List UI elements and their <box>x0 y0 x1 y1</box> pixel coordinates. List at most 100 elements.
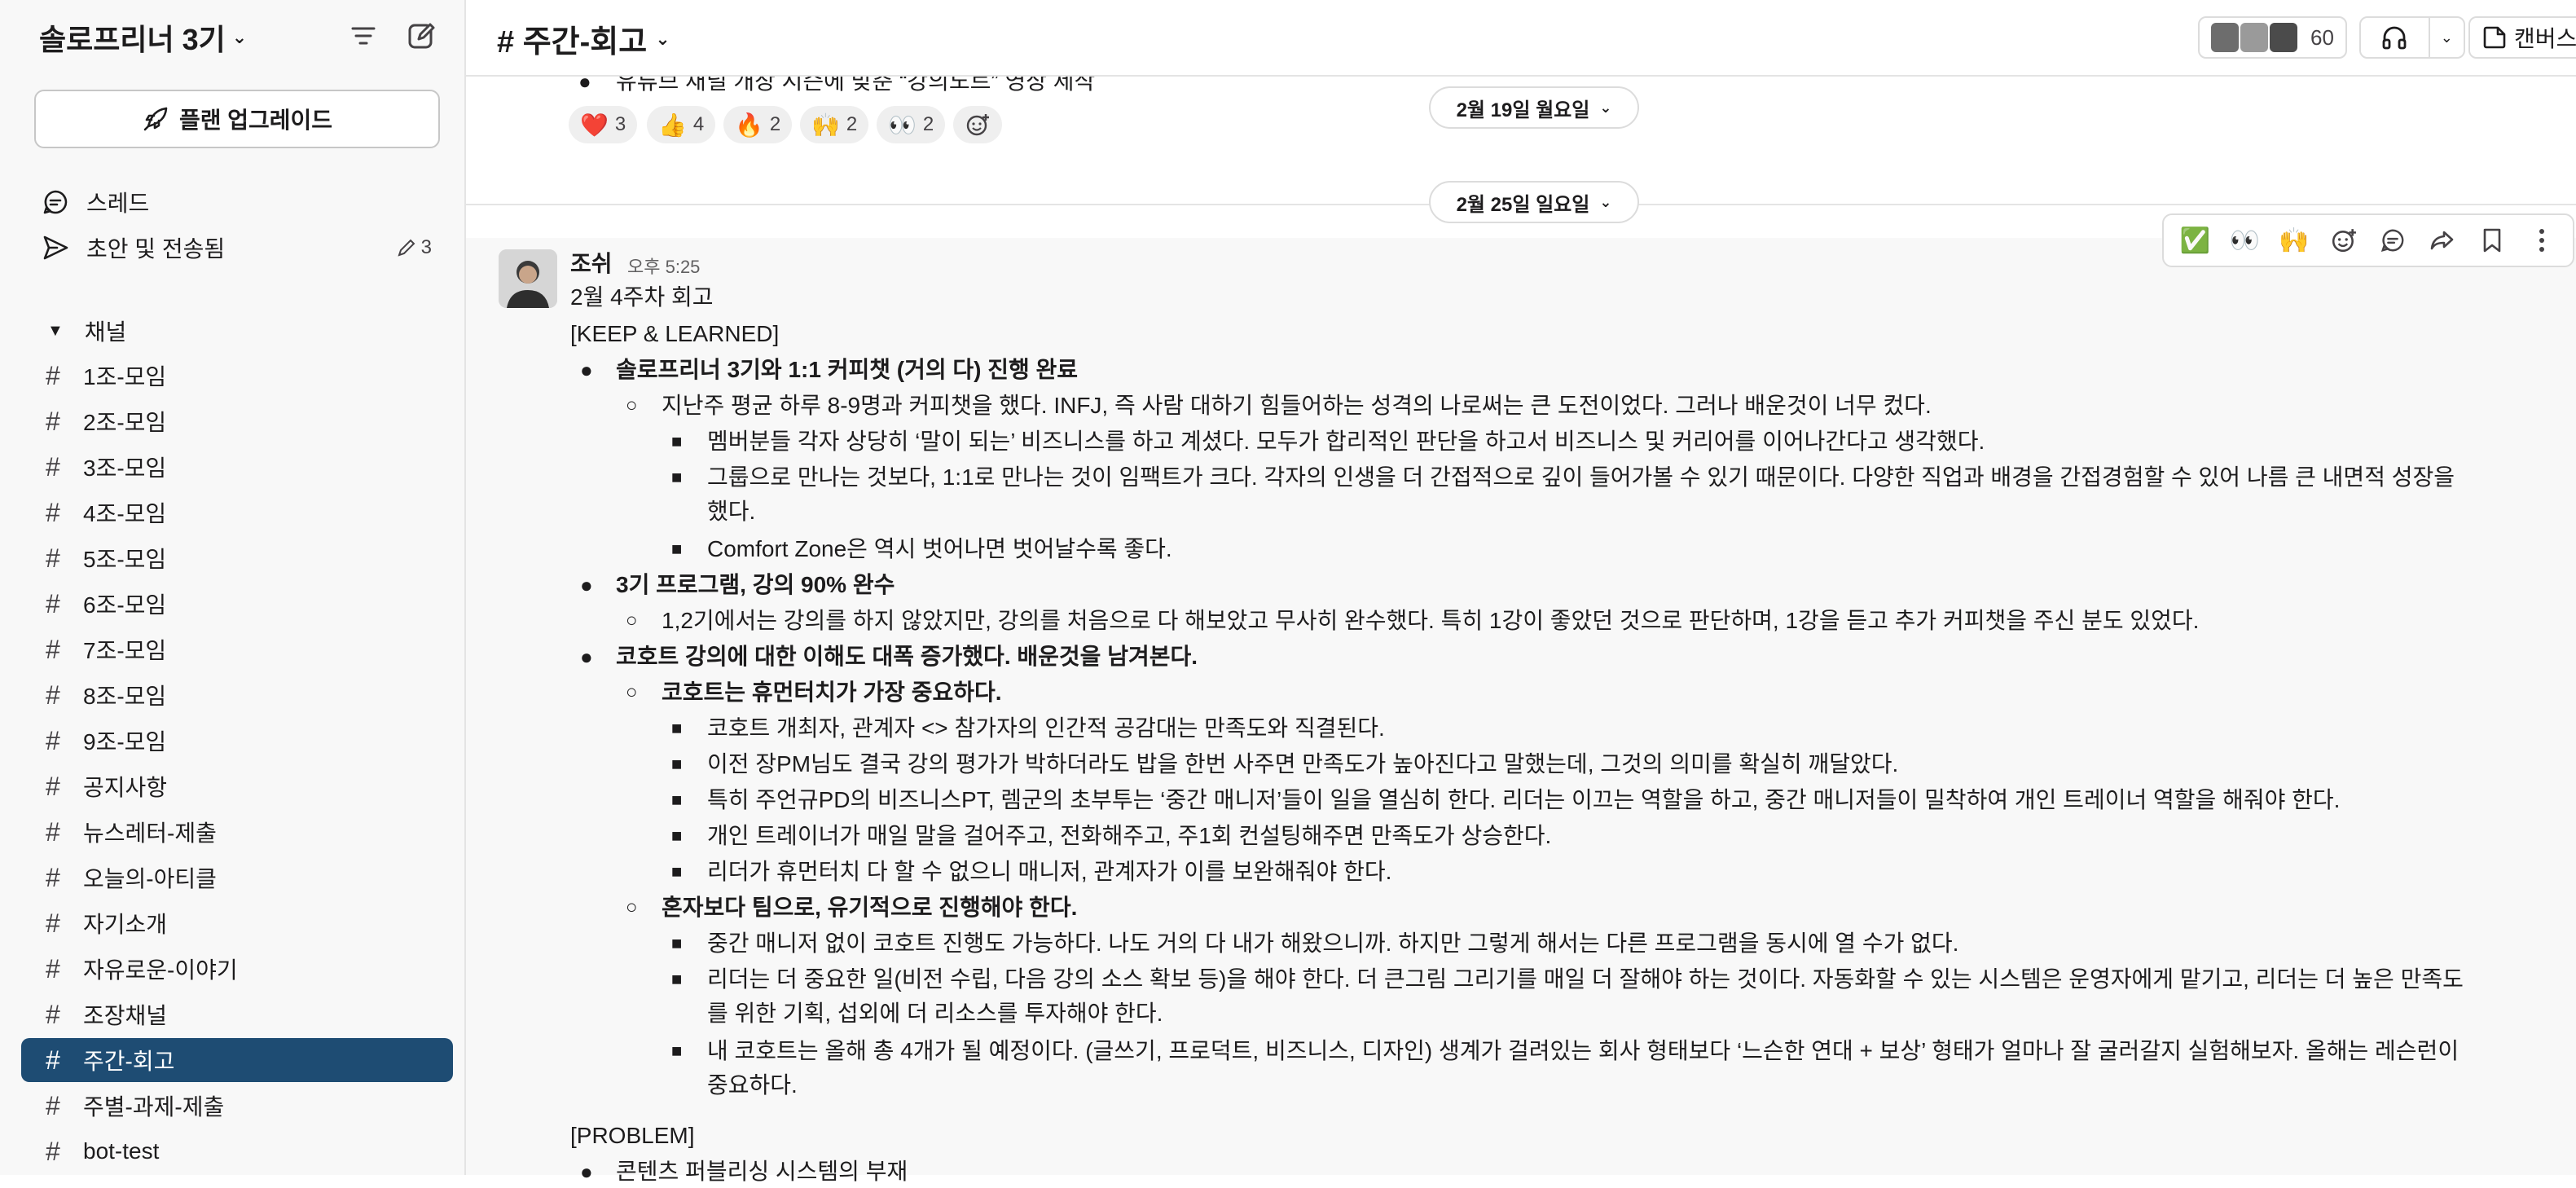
canvas-label: 캔버스 <box>2514 26 2576 51</box>
sidebar-item-drafts[interactable]: 초안 및 전송됨 <box>39 228 225 267</box>
sidebar-item-threads[interactable]: 스레드 <box>39 183 149 222</box>
sidebar-channel[interactable]: #5조-모임 <box>21 536 453 580</box>
thumbs-up-emoji-icon: 👍 <box>658 112 687 138</box>
sidebar-channel[interactable]: # 주별-과제-제출 <box>21 1084 453 1128</box>
bullet-icon: ■ <box>671 790 683 810</box>
message-line: 2월 4주차 회고 <box>570 284 714 310</box>
headphones-icon <box>2361 24 2429 51</box>
add-reaction-button[interactable] <box>953 106 1002 143</box>
channel-label: 공지사항 <box>83 775 168 800</box>
bookmark-icon[interactable] <box>2474 222 2510 258</box>
reaction-raised-hands[interactable]: 🙌 2 <box>800 106 869 143</box>
sidebar-channel[interactable]: # 오늘의-아티클 <box>21 856 453 900</box>
add-reaction-icon[interactable] <box>2326 222 2362 258</box>
reaction-thumbsup[interactable]: 👍 4 <box>647 106 716 143</box>
filter-icon[interactable] <box>345 18 381 54</box>
channel-label: 8조-모임 <box>83 684 167 709</box>
message-line: 혼자보다 팀으로, 유기적으로 진행해야 한다. <box>662 895 1078 920</box>
reaction-heart[interactable]: ❤️ 3 <box>569 106 638 143</box>
hash-icon: # <box>46 1045 60 1075</box>
bullet-icon: ■ <box>671 825 683 846</box>
caret-down-icon: ▼ <box>47 321 64 340</box>
message-line: 3기 프로그램, 강의 90% 완수 <box>616 572 895 597</box>
sidebar-channel[interactable]: # 조장채널 <box>21 992 453 1036</box>
send-icon <box>39 231 72 264</box>
chevron-down-icon[interactable]: ⌄ <box>2428 16 2464 59</box>
date-divider-pill[interactable]: 2월 19일 월요일 ⌄ <box>1429 86 1639 129</box>
check-mark-emoji-icon[interactable]: ✅ <box>2177 222 2213 258</box>
sidebar-channel[interactable]: # 자유로운-이야기 <box>21 947 453 991</box>
sidebar-channel[interactable]: #2조-모임 <box>21 399 453 443</box>
channel-title-button[interactable]: # 주간-회고 ⌄ <box>497 16 670 61</box>
members-button[interactable]: 60 <box>2198 16 2347 59</box>
channel-label: 1조-모임 <box>83 364 167 389</box>
message-line: 지난주 평균 하루 8-9명과 커피챗을 했다. INFJ, 즉 사람 대하기 … <box>662 393 1932 418</box>
hash-icon: # <box>46 451 60 482</box>
hash-icon: # <box>46 1090 60 1120</box>
message-line: [PROBLEM] <box>570 1123 695 1148</box>
member-avatar <box>2211 23 2239 52</box>
sidebar-channel-active[interactable]: # 주간-회고 <box>21 1038 453 1082</box>
reaction-eyes[interactable]: 👀 2 <box>877 106 946 143</box>
message-line: 코호트는 휴먼터치가 가장 중요하다. <box>662 680 1002 705</box>
reaction-count: 3 <box>614 113 626 135</box>
reply-in-thread-icon[interactable] <box>2375 222 2411 258</box>
message-line: 코호트 개최자, 관계자 <> 참가자의 인간적 공감대는 만족도와 직결된다. <box>707 715 1385 741</box>
sidebar-channel[interactable]: #8조-모임 <box>21 673 453 717</box>
bullet-icon: ■ <box>671 861 683 882</box>
bullet-icon: ● <box>580 573 593 597</box>
date-divider-pill[interactable]: 2월 25일 일요일 ⌄ <box>1429 181 1639 223</box>
channel-label: bot-test <box>83 1138 160 1164</box>
channel-label: 7조-모임 <box>83 638 167 663</box>
bullet-icon: ○ <box>626 609 638 631</box>
message-line: 리더는 더 중요한 일(비전 수립, 다음 강의 소스 확보 등)을 해야 한다… <box>707 966 2464 992</box>
message-line: 콘텐츠 퍼블리싱 시스템의 부재 <box>616 1159 908 1184</box>
sidebar-channel[interactable]: # 뉴스레터-제출 <box>21 810 453 854</box>
raised-hands-emoji-icon[interactable]: 🙌 <box>2276 222 2312 258</box>
chevron-down-icon: ⌄ <box>231 27 248 47</box>
message-timestamp[interactable]: 오후 5:25 <box>627 253 700 279</box>
workspace-name-button[interactable]: 솔로프리너 3기 ⌄ <box>39 15 247 60</box>
date-label: 2월 19일 월요일 <box>1456 99 1590 121</box>
message-author[interactable]: 조쉬 <box>570 246 613 279</box>
upgrade-plan-label: 플랜 업그레이드 <box>178 108 333 133</box>
message-line: [KEEP & LEARNED] <box>570 321 780 346</box>
reaction-count: 2 <box>922 113 934 135</box>
channel-header: # 주간-회고 ⌄ 60 ⌄ 캔버스 <box>466 0 2576 77</box>
hash-icon: # <box>46 908 60 938</box>
message-actions-toolbar: ✅ 👀 🙌 <box>2162 213 2574 267</box>
message-line: 했다. <box>707 499 756 524</box>
canvas-button[interactable]: 캔버스 <box>2468 16 2576 59</box>
sidebar-channel[interactable]: # 공지사항 <box>21 764 453 808</box>
pencil-icon <box>398 239 415 257</box>
forward-icon[interactable] <box>2424 222 2460 258</box>
message-line: 코호트 강의에 대한 이해도 대폭 증가했다. 배운것을 남겨본다. <box>616 644 1198 669</box>
upgrade-plan-button[interactable]: 플랜 업그레이드 <box>34 90 440 148</box>
raised-hands-emoji-icon: 🙌 <box>811 112 840 138</box>
message-line: 그룹으로 만나는 것보다, 1:1로 만나는 것이 임팩트가 크다. 각자의 인… <box>707 464 2455 490</box>
channel-label: 3조-모임 <box>83 455 167 481</box>
hash-icon: # <box>46 588 60 618</box>
sidebar-channel[interactable]: #9조-모임 <box>21 719 453 763</box>
avatar[interactable] <box>499 249 557 308</box>
bullet-icon: ● <box>580 358 593 382</box>
sidebar-channel[interactable]: # 자기소개 <box>21 901 453 945</box>
reaction-count: 2 <box>769 113 781 135</box>
sidebar-channel[interactable]: #6조-모임 <box>21 582 453 626</box>
sidebar-channel[interactable]: #7조-모임 <box>21 627 453 671</box>
message-line: Comfort Zone은 역시 벗어나면 벗어날수록 좋다. <box>707 536 1172 561</box>
bullet-icon: ● <box>580 1159 593 1184</box>
reaction-fire[interactable]: 🔥 2 <box>723 106 793 143</box>
channels-section-toggle[interactable]: ▼ 채널 <box>39 311 126 350</box>
eyes-emoji-icon[interactable]: 👀 <box>2227 222 2262 258</box>
more-actions-icon[interactable] <box>2524 222 2560 258</box>
compose-icon[interactable] <box>404 18 440 54</box>
sidebar-channel[interactable]: #4조-모임 <box>21 491 453 535</box>
sidebar-channel[interactable]: # bot-test <box>21 1129 453 1173</box>
channel-label: 자유로운-이야기 <box>83 957 238 983</box>
canvas-icon <box>2483 26 2506 49</box>
sidebar-channel[interactable]: #1조-모임 <box>21 354 453 398</box>
sidebar-channel[interactable]: #3조-모임 <box>21 445 453 489</box>
chevron-down-icon: ⌄ <box>1599 99 1612 116</box>
huddle-button[interactable]: ⌄ <box>2359 16 2465 59</box>
